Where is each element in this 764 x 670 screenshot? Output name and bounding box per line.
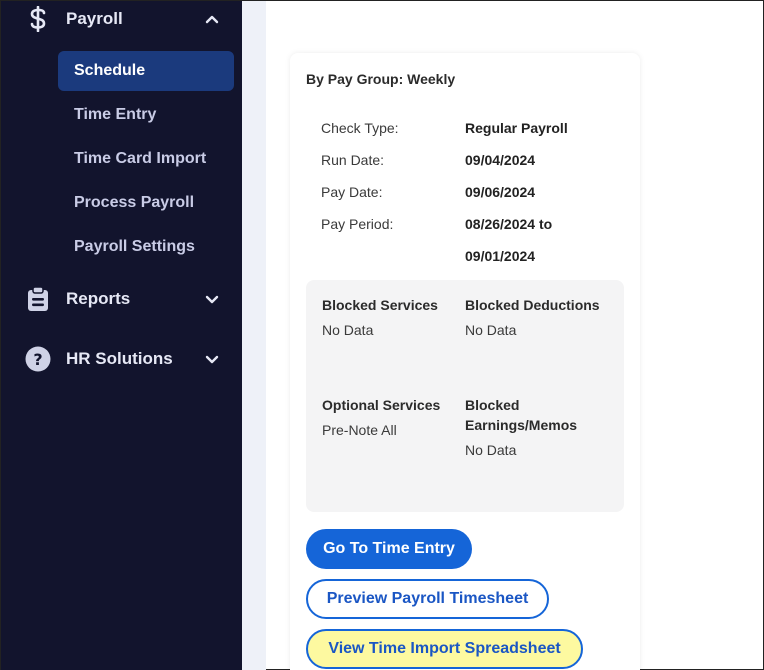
sidebar-item-process-payroll[interactable]: Process Payroll bbox=[58, 183, 234, 223]
pay-period-value-end: 09/01/2024 bbox=[465, 248, 536, 264]
svg-text:?: ? bbox=[33, 350, 42, 369]
preview-payroll-timesheet-button[interactable]: Preview Payroll Timesheet bbox=[306, 579, 549, 619]
blocked-services-value: No Data bbox=[322, 322, 374, 338]
check-type-value: Regular Payroll bbox=[465, 120, 568, 136]
sidebar-item-label: Process Payroll bbox=[74, 194, 195, 211]
sidebar-item-label: Time Card Import bbox=[74, 150, 207, 167]
blocked-earnings-label-line1: Blocked bbox=[465, 397, 520, 413]
sidebar-item-schedule[interactable]: Schedule bbox=[58, 51, 234, 91]
nav-group-hr-solutions[interactable]: ? HR Solutions bbox=[1, 339, 242, 379]
chevron-up-icon[interactable] bbox=[204, 11, 220, 27]
pay-date-value: 09/06/2024 bbox=[465, 184, 536, 200]
pay-date-label: Pay Date: bbox=[321, 184, 383, 200]
pay-period-value-start: 08/26/2024 to bbox=[465, 216, 553, 232]
check-type-label: Check Type: bbox=[321, 120, 399, 136]
sidebar-item-time-entry[interactable]: Time Entry bbox=[58, 95, 234, 135]
blocked-deductions-value: No Data bbox=[465, 322, 517, 338]
nav-group-payroll[interactable]: Payroll bbox=[1, 0, 242, 39]
view-time-import-spreadsheet-button[interactable]: View Time Import Spreadsheet bbox=[306, 629, 583, 669]
blocked-services-label: Blocked Services bbox=[322, 297, 438, 313]
run-date-value: 09/04/2024 bbox=[465, 152, 536, 168]
clipboard-icon bbox=[25, 286, 51, 312]
optional-services-value: Pre-Note All bbox=[322, 422, 397, 438]
nav-group-label: HR Solutions bbox=[66, 349, 173, 368]
nav-group-label: Payroll bbox=[66, 9, 123, 28]
sidebar-item-time-card-import[interactable]: Time Card Import bbox=[58, 139, 234, 179]
blocked-earnings-value: No Data bbox=[465, 442, 517, 458]
blocked-earnings-label-line2: Earnings/Memos bbox=[465, 417, 578, 433]
pay-period-label: Pay Period: bbox=[321, 216, 394, 232]
go-to-time-entry-button[interactable]: Go To Time Entry bbox=[306, 529, 472, 569]
card-title: By Pay Group: Weekly bbox=[306, 71, 456, 87]
nav-group-reports[interactable]: Reports bbox=[1, 279, 242, 319]
blocked-deductions-label: Blocked Deductions bbox=[465, 297, 600, 313]
optional-services-label: Optional Services bbox=[322, 397, 441, 413]
question-circle-icon: ? bbox=[25, 346, 51, 372]
run-date-label: Run Date: bbox=[321, 152, 385, 168]
chevron-down-icon[interactable] bbox=[204, 351, 220, 367]
sidebar: Payroll Schedule Time Entry Time Card Im… bbox=[1, 1, 242, 670]
sidebar-item-label: Schedule bbox=[74, 62, 146, 79]
sidebar-item-payroll-settings[interactable]: Payroll Settings bbox=[58, 227, 234, 267]
content-gutter bbox=[242, 1, 266, 670]
dollar-icon bbox=[25, 6, 51, 32]
sidebar-item-label: Time Entry bbox=[74, 106, 157, 123]
nav-group-label: Reports bbox=[66, 289, 131, 308]
sidebar-item-label: Payroll Settings bbox=[74, 238, 195, 255]
chevron-down-icon[interactable] bbox=[204, 291, 220, 307]
